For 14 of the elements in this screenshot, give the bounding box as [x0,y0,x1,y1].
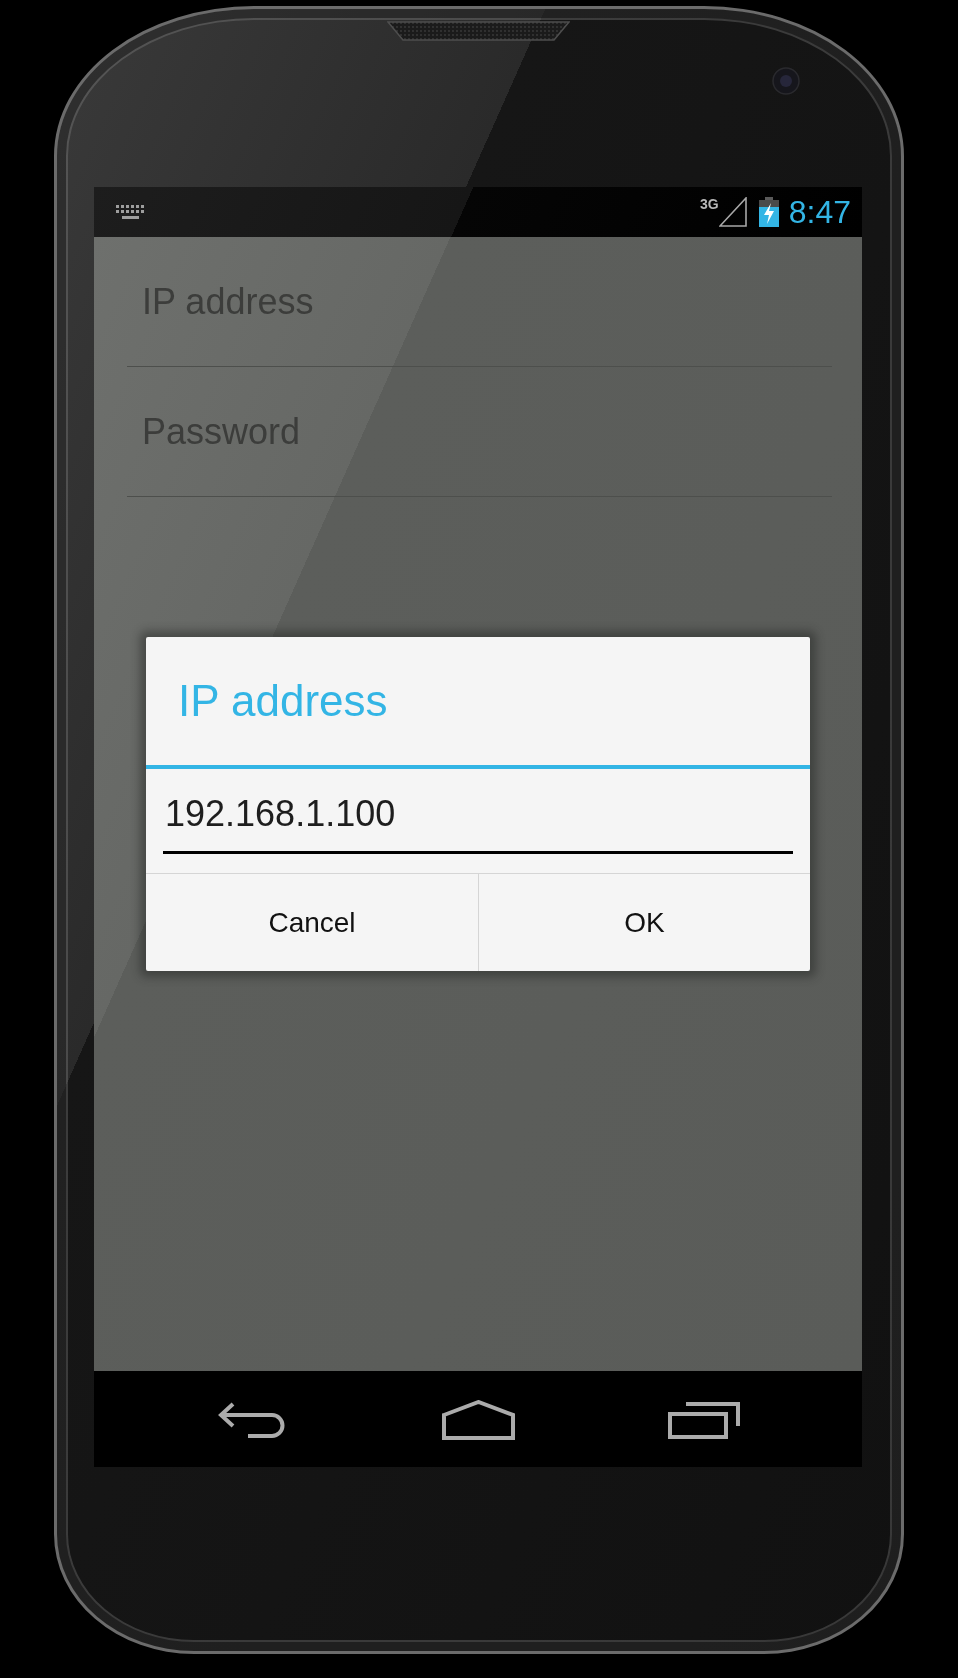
battery-charging-icon [758,197,779,227]
signal-icon [718,197,747,227]
back-icon[interactable] [218,1401,286,1439]
ip-address-field[interactable]: 192.168.1.100 [163,790,793,854]
clock-time: 8:47 [788,194,851,230]
camera-lens-icon [772,67,800,95]
recent-apps-icon[interactable] [668,1401,740,1439]
keyboard-icon [116,204,146,220]
home-icon[interactable] [441,1400,515,1440]
dialog-button[interactable]: Cancel [146,874,478,971]
dialog-button[interactable]: OK [478,874,810,971]
network-type-label: 3G [700,197,719,212]
dialog-title: IP address [177,675,389,727]
speaker-grille-icon [386,21,570,41]
